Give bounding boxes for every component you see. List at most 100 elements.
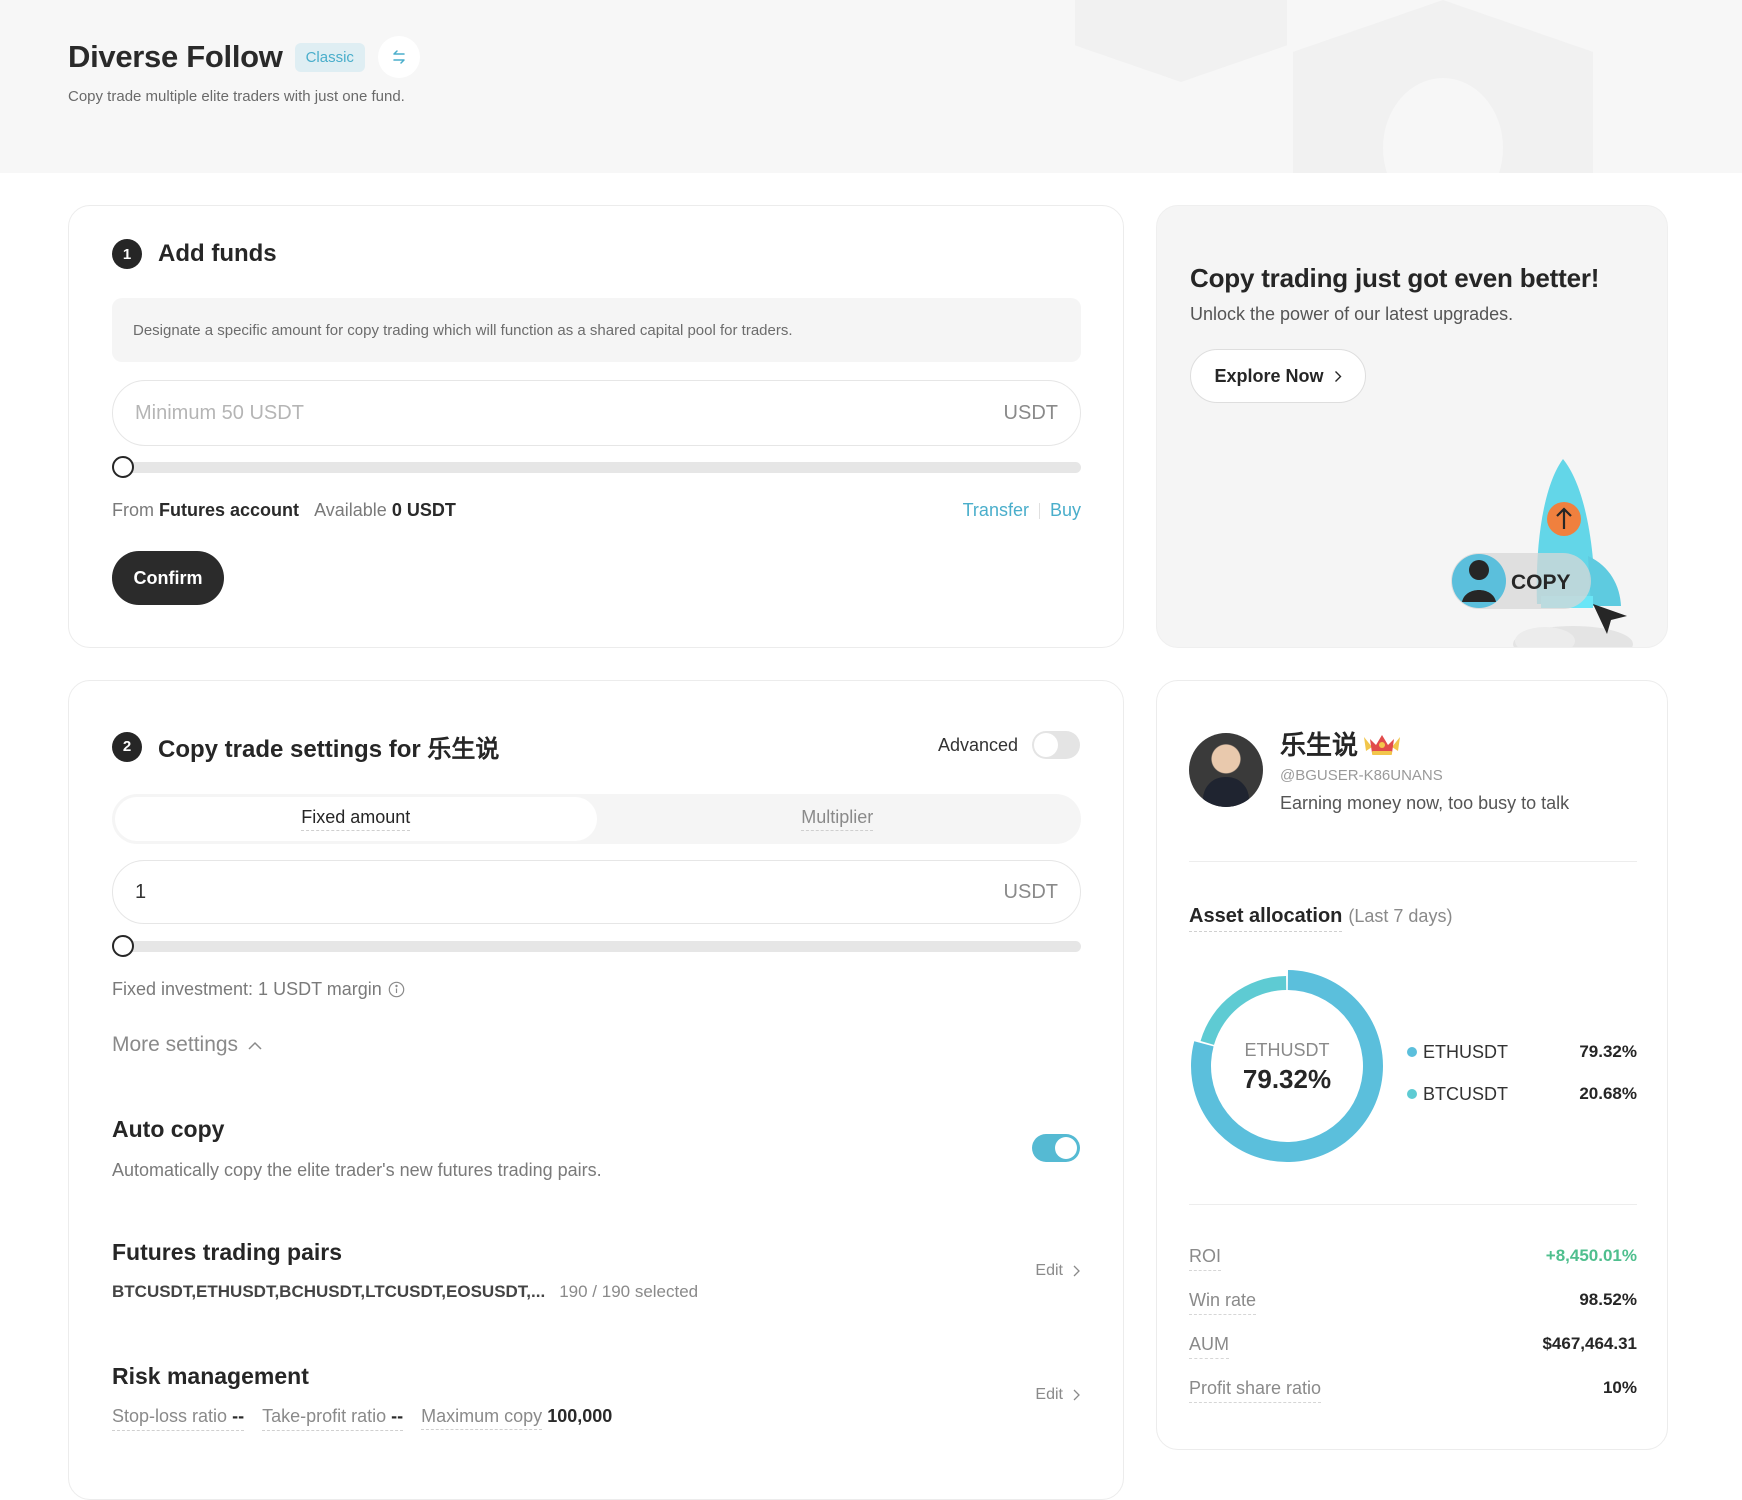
amount-mode-tabs: Fixed amount Multiplier — [112, 794, 1081, 844]
legend-value: 20.68% — [1579, 1084, 1637, 1103]
stop-loss-item: Stop-loss ratio -- — [112, 1406, 245, 1431]
stat-row: Profit share ratio 10% — [1189, 1378, 1637, 1422]
trader-name-row: 乐生说 — [1280, 725, 1402, 762]
fixed-investment-hint: Fixed investment: 1 USDT margin — [112, 979, 405, 1000]
stat-value: +8,450.01% — [1545, 1246, 1637, 1265]
from-label: From — [112, 500, 154, 520]
stat-row: AUM $467,464.31 — [1189, 1334, 1637, 1378]
divider — [1189, 1204, 1637, 1205]
take-profit-item: Take-profit ratio -- — [262, 1406, 404, 1431]
avatar[interactable] — [1189, 733, 1263, 807]
legend-value: 79.32% — [1579, 1042, 1637, 1061]
edit-label: Edit — [1035, 1262, 1063, 1279]
copy-amount-field[interactable]: USDT — [112, 860, 1081, 924]
tab-label: Multiplier — [801, 807, 874, 831]
take-profit-label: Take-profit ratio — [262, 1406, 387, 1426]
trader-name[interactable]: 乐生说 — [1280, 725, 1358, 762]
mode-badge: Classic — [294, 42, 365, 72]
legend-label: ETHUSDT — [1407, 1042, 1508, 1063]
edit-label: Edit — [1035, 1386, 1063, 1403]
allocation-legend: ETHUSDT 79.32% BTCUSDT 20.68% — [1407, 1031, 1637, 1115]
auto-copy-toggle[interactable] — [1032, 1134, 1080, 1162]
donut-slice-btcusdt[interactable] — [1200, 976, 1287, 1045]
buy-link[interactable]: Buy — [1050, 500, 1081, 521]
edit-pairs-button[interactable]: Edit — [1035, 1262, 1080, 1280]
legend-dot — [1407, 1089, 1417, 1099]
more-settings-label: More settings — [112, 1033, 239, 1056]
stat-label: ROI — [1189, 1246, 1222, 1271]
risk-title: Risk management — [112, 1363, 309, 1389]
copy-amount-slider[interactable] — [112, 935, 1081, 957]
pairs-summary: BTCUSDT,ETHUSDT,BCHUSDT,LTCUSDT,EOSUSDT,… — [112, 1282, 698, 1302]
info-box: Designate a specific amount for copy tra… — [112, 298, 1081, 362]
stop-loss-label: Stop-loss ratio — [112, 1406, 228, 1426]
divider — [1189, 861, 1637, 862]
fund-amount-field[interactable]: USDT — [112, 380, 1081, 446]
promo-subtitle: Unlock the power of our latest upgrades. — [1190, 304, 1514, 324]
promo-title: Copy trading just got even better! — [1190, 263, 1600, 293]
toggle-knob — [1055, 1137, 1077, 1159]
divider — [1038, 502, 1040, 519]
max-copy-value: 100,000 — [547, 1406, 613, 1426]
fund-amount-input[interactable] — [135, 401, 874, 425]
max-copy-label: Maximum copy — [421, 1406, 543, 1430]
step-title: Copy trade settings for 乐生说 — [158, 736, 500, 763]
transfer-link[interactable]: Transfer — [963, 500, 1029, 521]
trader-card: 乐生说 @BGUSER-K86UNANS Earning money now, … — [1156, 680, 1668, 1450]
stat-row: ROI +8,450.01% — [1189, 1246, 1637, 1290]
title-row: Diverse Follow Classic — [68, 36, 420, 78]
slider-thumb[interactable] — [112, 935, 134, 957]
pairs-title: Futures trading pairs — [112, 1239, 343, 1265]
trader-bio: Earning money now, too busy to talk — [1280, 793, 1570, 813]
switch-mode-button[interactable] — [377, 36, 420, 78]
page-header: Diverse Follow Classic Copy trade multip… — [0, 0, 1742, 173]
tab-multiplier[interactable]: Multiplier — [597, 797, 1079, 841]
legend-dot — [1407, 1047, 1417, 1057]
stop-loss-value: -- — [232, 1406, 245, 1426]
tab-label: Fixed amount — [301, 807, 411, 831]
chevron-right-icon — [1334, 370, 1342, 382]
tab-fixed-amount[interactable]: Fixed amount — [115, 797, 597, 841]
edit-risk-button[interactable]: Edit — [1035, 1386, 1080, 1404]
donut-center-label: ETHUSDT — [1245, 1040, 1330, 1060]
chevron-up-icon — [248, 1041, 262, 1050]
max-copy-item: Maximum copy 100,000 — [421, 1406, 612, 1431]
fund-amount-slider[interactable] — [112, 456, 1081, 478]
decorative-shape — [1075, 0, 1287, 82]
trader-handle: @BGUSER-K86UNANS — [1280, 767, 1443, 784]
promo-card: Copy trading just got even better! Unloc… — [1156, 205, 1668, 648]
slider-track[interactable] — [120, 462, 1081, 473]
stat-label: Win rate — [1189, 1290, 1257, 1315]
take-profit-value: -- — [391, 1406, 404, 1426]
fund-links: Transfer Buy — [963, 500, 1081, 521]
stat-label: Profit share ratio — [1189, 1378, 1322, 1403]
page-title: Diverse Follow — [68, 39, 283, 74]
advanced-toggle[interactable] — [1032, 731, 1080, 759]
slider-thumb[interactable] — [112, 456, 134, 478]
step-header: 1 Add funds — [112, 239, 277, 269]
info-text: Designate a specific amount for copy tra… — [133, 321, 793, 339]
legend-item: BTCUSDT 20.68% — [1407, 1073, 1637, 1115]
copy-settings-card: 2 Copy trade settings for 乐生说 Advanced F… — [68, 680, 1124, 1500]
explore-now-button[interactable]: Explore Now — [1190, 349, 1366, 403]
rocket-illustration: COPY — [1451, 459, 1633, 647]
confirm-button[interactable]: Confirm — [112, 551, 224, 605]
advanced-label: Advanced — [937, 734, 1018, 755]
chevron-right-icon — [1073, 1389, 1080, 1401]
copy-amount-input[interactable] — [135, 880, 874, 904]
slider-track[interactable] — [120, 941, 1081, 952]
stat-row: Win rate 98.52% — [1189, 1290, 1637, 1334]
auto-copy-title: Auto copy — [112, 1116, 225, 1142]
from-account: Futures account — [159, 500, 300, 520]
more-settings-toggle[interactable]: More settings — [112, 1033, 262, 1057]
trader-stats: ROI +8,450.01% Win rate 98.52% AUM $467,464.3… — [1189, 1246, 1637, 1422]
info-icon[interactable] — [388, 981, 405, 998]
allocation-header: Asset allocation (Last 7 days) — [1189, 905, 1452, 932]
available-value: 0 USDT — [391, 500, 456, 520]
chevron-right-icon — [1073, 1265, 1080, 1277]
unit-label: USDT — [1003, 401, 1058, 424]
stat-value: 98.52% — [1579, 1290, 1637, 1309]
step-number: 2 — [112, 731, 142, 762]
swap-icon — [393, 50, 405, 64]
available-label: Available — [314, 500, 387, 520]
